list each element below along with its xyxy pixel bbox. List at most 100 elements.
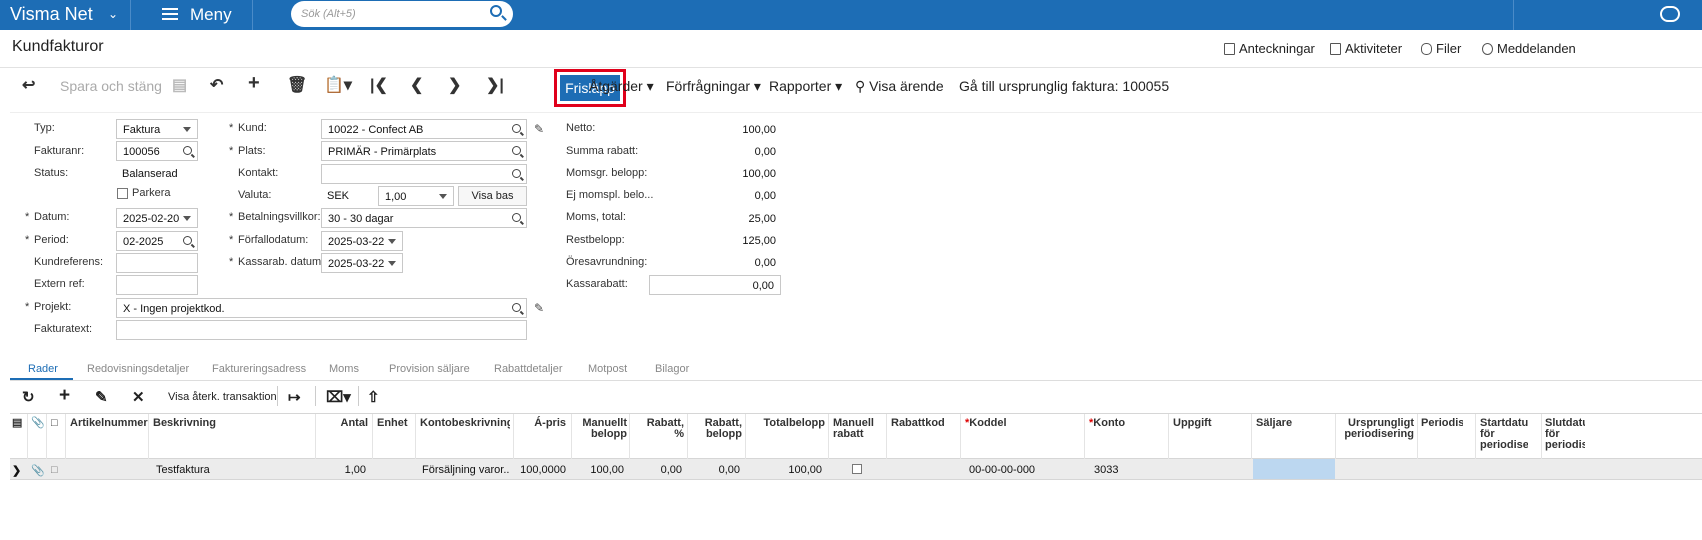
save-icon[interactable]: ▤ [172, 78, 187, 94]
period-field[interactable]: 02-2025 [116, 231, 198, 251]
valuta-rate-select[interactable]: 1,00 [378, 186, 454, 206]
note-icon[interactable]: □ [51, 464, 58, 476]
search-icon[interactable] [490, 5, 502, 17]
add-row-icon[interactable]: + [59, 385, 70, 407]
menu-button[interactable]: Meny [190, 5, 232, 25]
col-uppgift[interactable]: Uppgift [1173, 418, 1211, 429]
add-icon[interactable]: + [248, 73, 260, 93]
goto-original-button[interactable]: Gå till ursprunglig faktura: 100055 [959, 78, 1169, 94]
col-periodis[interactable]: Periodis [1421, 418, 1463, 429]
brand-name[interactable]: Visma Net [10, 4, 93, 25]
col-koddel[interactable]: *Koddel [965, 418, 1007, 429]
hamburger-icon[interactable] [162, 8, 178, 20]
clipboard-icon[interactable]: 📋▾ [324, 78, 352, 94]
tab-motpost[interactable]: Motpost [588, 363, 627, 375]
col-artikel[interactable]: Artikelnummer [70, 418, 148, 429]
fakturatext-field[interactable] [116, 320, 527, 340]
col-beskrivning[interactable]: Beskrivning [153, 418, 216, 429]
pencil-icon[interactable]: ✎ [534, 122, 544, 136]
col-rabattkod[interactable]: Rabattkod [891, 418, 945, 429]
projekt-field[interactable]: X - Ingen projektkod. [116, 298, 527, 318]
plats-field[interactable]: PRIMÄR - Primärplats [321, 141, 527, 161]
col-antal[interactable]: Antal [320, 418, 369, 429]
cell-manuellt[interactable]: 100,00 [573, 464, 624, 476]
tab-redovisningsdetaljer[interactable]: Redovisningsdetaljer [87, 363, 189, 375]
row-settings-icon[interactable]: ▤ [12, 418, 22, 429]
col-manuellt-belopp[interactable]: Manuellt belopp [573, 418, 627, 440]
col-slutdatum[interactable]: Slutdatumförperiodisering [1545, 418, 1585, 451]
chat-icon[interactable] [1660, 6, 1680, 22]
cell-kontobesk[interactable]: Försäljning varor... [422, 464, 510, 476]
cell-rabatt-belopp[interactable]: 0,00 [689, 464, 740, 476]
chevron-down-icon[interactable]: ⌄ [108, 7, 118, 21]
col-totalbelopp[interactable]: Totalbelopp [750, 418, 825, 429]
col-enhet[interactable]: Enhet [377, 418, 413, 429]
col-ursprungligt[interactable]: Ursprungligt periodisering [1338, 418, 1414, 440]
notes-link[interactable]: Anteckningar [1224, 41, 1315, 56]
activities-link[interactable]: Aktiviteter [1330, 41, 1402, 56]
messages-link[interactable]: Meddelanden [1482, 41, 1576, 56]
back-icon[interactable]: ↩ [22, 78, 35, 94]
cell-apris[interactable]: 100,0000 [515, 464, 566, 476]
files-link[interactable]: Filer [1421, 41, 1461, 56]
previous-icon[interactable]: ❮ [410, 78, 423, 94]
cell-rabatt-procent[interactable]: 0,00 [631, 464, 682, 476]
first-record-icon[interactable]: |❮ [370, 78, 388, 94]
col-startdatum[interactable]: Startdatumförperiodisering [1480, 418, 1528, 451]
show-reversing-button[interactable]: Visa återk. transaktion [168, 391, 277, 403]
kontakt-field[interactable] [321, 164, 527, 184]
typ-select[interactable]: Faktura [116, 119, 198, 139]
actions-menu[interactable]: Åtgärder ▾ [589, 78, 654, 95]
view-case-button[interactable]: ⚲ Visa ärende [855, 78, 944, 95]
tab-faktureringsadress[interactable]: Faktureringsadress [212, 363, 306, 375]
selected-cell[interactable] [1253, 459, 1335, 479]
extref-field[interactable] [116, 275, 198, 295]
cell-totalbelopp[interactable]: 100,00 [747, 464, 822, 476]
kund-field[interactable]: 10022 - Confect AB [321, 119, 527, 139]
tab-moms[interactable]: Moms [329, 363, 359, 375]
cell-beskrivning[interactable]: Testfaktura [156, 464, 210, 476]
row-expand-icon[interactable]: ❯ [12, 464, 21, 477]
tab-provision-saljare[interactable]: Provision säljare [389, 363, 470, 375]
pencil-icon[interactable]: ✎ [534, 301, 544, 315]
edit-icon[interactable]: ✎ [95, 388, 108, 406]
fakturanr-field[interactable]: 100056 [116, 141, 198, 161]
parkera-checkbox[interactable] [117, 188, 128, 199]
search-input[interactable]: Sök (Alt+5) [291, 1, 513, 27]
visa-bas-button[interactable]: Visa bas [458, 186, 527, 206]
kassarabatt-field[interactable]: 0,00 [649, 275, 781, 295]
datum-field[interactable]: 2025-02-20 [116, 208, 198, 228]
betvillkor-field[interactable]: 30 - 30 dagar [321, 208, 527, 228]
cell-koddel[interactable]: 00-00-00-000 [969, 464, 1035, 476]
col-manuell-rabatt[interactable]: Manuell rabatt [833, 418, 874, 440]
forfallo-field[interactable]: 2025-03-22 [321, 231, 403, 251]
close-icon[interactable]: ✕ [132, 388, 145, 406]
manuell-rabatt-checkbox[interactable] [852, 464, 862, 474]
col-saljare[interactable]: Säljare [1256, 418, 1292, 429]
col-rabatt-belopp[interactable]: Rabatt, belopp [690, 418, 742, 440]
tab-rabattdetaljer[interactable]: Rabattdetaljer [494, 363, 563, 375]
delete-icon[interactable]: 🗑 [287, 78, 307, 94]
col-kontobesk[interactable]: Kontobeskrivning [420, 418, 510, 429]
col-apris[interactable]: Á-pris [518, 418, 566, 429]
reports-menu[interactable]: Rapporter ▾ [769, 78, 842, 95]
status-label: Status: [34, 167, 69, 179]
inquiries-menu[interactable]: Förfrågningar ▾ [666, 78, 761, 95]
cell-konto[interactable]: 3033 [1094, 464, 1118, 476]
col-rabatt-procent[interactable]: Rabatt,% [632, 418, 684, 440]
kundref-field[interactable] [116, 253, 198, 273]
fit-columns-icon[interactable]: ↦ [288, 388, 301, 406]
last-record-icon[interactable]: ❯| [486, 78, 504, 94]
tab-bilagor[interactable]: Bilagor [655, 363, 689, 375]
kassarab-field[interactable]: 2025-03-22 [321, 253, 403, 273]
tab-rader[interactable]: Rader [28, 363, 58, 375]
undo-icon[interactable]: ↶ [210, 78, 223, 94]
col-konto[interactable]: *Konto [1089, 418, 1125, 429]
cell-antal[interactable]: 1,00 [316, 464, 366, 476]
refresh-icon[interactable]: ↻ [22, 388, 35, 406]
excel-export-icon[interactable]: ⌧▾ [326, 388, 351, 406]
save-close-button[interactable]: Spara och stäng [60, 78, 162, 94]
next-icon[interactable]: ❯ [448, 78, 461, 94]
upload-icon[interactable]: ⇧ [367, 388, 380, 406]
attachment-icon[interactable]: 📎 [31, 464, 45, 477]
